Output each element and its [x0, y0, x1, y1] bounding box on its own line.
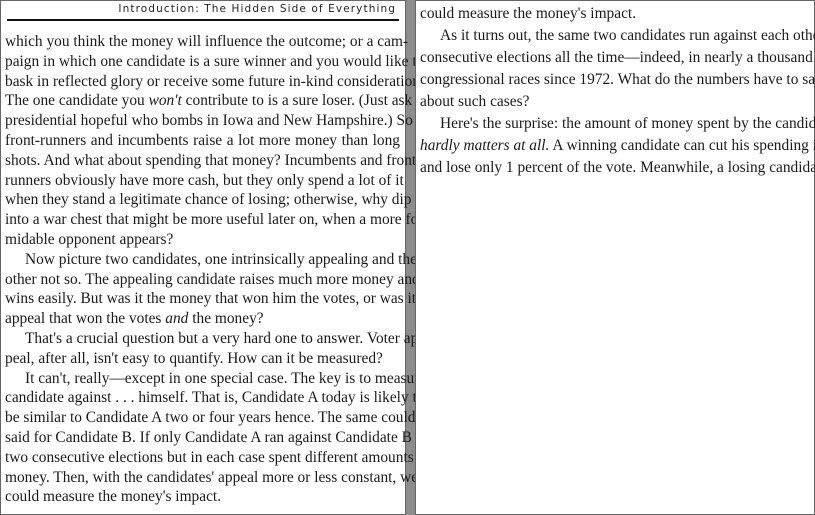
text-segment: peal, after all, isn't easy to quantify.… — [5, 349, 383, 367]
text-segment: into a war chest that might be more usef… — [5, 211, 429, 229]
text-line: bask in reflected glory or receive some … — [5, 72, 424, 92]
left-page-text: which you think the money will influence… — [5, 32, 438, 507]
text-segment: appeal that won the votes — [5, 310, 166, 328]
text-segment: candidate against . . . himself. That is… — [5, 389, 425, 407]
text-segment: bask in reflected glory or receive some … — [5, 72, 424, 90]
two-page-spread: Introduction: The Hidden Side of Everyth… — [0, 0, 815, 515]
running-header: Introduction: The Hidden Side of Everyth… — [7, 1, 399, 21]
text-line: Now picture two candidates, one intrinsi… — [5, 250, 417, 270]
text-line: when they stand a legitimate chance of l… — [5, 190, 411, 210]
text-segment: be similar to Candidate A two or four ye… — [5, 409, 434, 427]
text-segment: could measure the money's impact. — [420, 5, 637, 22]
text-segment: runners obviously have more cash, but th… — [5, 171, 404, 189]
text-segment: other not so. The appealing candidate ra… — [5, 270, 420, 288]
text-segment: and lose only 1 percent of the vote. Mea… — [420, 159, 815, 176]
text-line: Here's the surprise: the amount of money… — [420, 113, 815, 135]
text-line: could measure the money's impact. — [420, 3, 811, 25]
text-segment: midable opponent appears? — [5, 230, 174, 248]
text-segment: could measure the money's impact. — [5, 488, 222, 506]
text-segment: which you think the money will influence… — [5, 33, 409, 50]
text-line: and lose only 1 percent of the vote. Mea… — [420, 157, 815, 179]
text-segment: wins easily. But was it the money that w… — [5, 290, 438, 308]
text-line: could measure the money's impact. — [5, 487, 400, 507]
text-segment: shots. And what about spending that mone… — [5, 151, 422, 169]
text-segment: As it turns out, the same two candidates… — [440, 27, 815, 44]
text-line: paign in which one candidate is a sure w… — [5, 52, 424, 72]
text-line: be similar to Candidate A two or four ye… — [5, 408, 434, 428]
text-line: appeal that won the votes and the money? — [5, 309, 400, 329]
italic-text: hardly matters at all. — [420, 137, 550, 154]
italic-text: and — [165, 310, 189, 328]
text-line: front-runners and incumbents raise a lot… — [5, 131, 400, 151]
text-line: presidential hopeful who bombs in Iowa a… — [5, 111, 413, 131]
text-segment: consecutive elections all the time—indee… — [420, 49, 815, 66]
text-segment: the money? — [188, 310, 264, 328]
text-line: As it turns out, the same two candidates… — [420, 25, 815, 47]
text-segment: presidential hopeful who bombs in Iowa a… — [5, 112, 413, 130]
left-page: Introduction: The Hidden Side of Everyth… — [0, 0, 438, 515]
text-segment: paign in which one candidate is a sure w… — [5, 52, 425, 70]
text-line: two consecutive elections but in each ca… — [5, 448, 430, 468]
text-line: The one candidate you won't contribute t… — [5, 91, 438, 111]
text-line: peal, after all, isn't easy to quantify.… — [5, 349, 400, 369]
text-segment: contribute to is a sure loser. (Just ask… — [181, 92, 439, 110]
text-line: midable opponent appears? — [5, 230, 400, 250]
text-line: congressional races since 1972. What do … — [420, 69, 815, 91]
right-page-text: could measure the money's impact. As it t… — [420, 3, 815, 179]
text-line: hardly matters at all. A winning candida… — [420, 135, 815, 157]
text-line: runners obviously have more cash, but th… — [5, 171, 404, 191]
text-line: shots. And what about spending that mone… — [5, 151, 421, 171]
text-line: which you think the money will influence… — [5, 32, 408, 52]
right-page: could measure the money's impact. As it t… — [415, 0, 815, 515]
text-segment: congressional races since 1972. What do … — [420, 71, 815, 88]
text-segment: when they stand a legitimate chance of l… — [5, 191, 412, 209]
text-segment: It can't, really—except in one special c… — [25, 369, 437, 387]
text-segment: money. Then, with the candidates' appeal… — [5, 468, 419, 486]
text-line: It can't, really—except in one special c… — [5, 369, 437, 389]
text-line: candidate against . . . himself. That is… — [5, 388, 424, 408]
text-line: other not so. The appealing candidate ra… — [5, 270, 420, 290]
text-line: about such cases? — [420, 91, 811, 113]
text-line: into a war chest that might be more usef… — [5, 210, 428, 230]
text-line: said for Candidate B. If only Candidate … — [5, 428, 428, 448]
text-line: wins easily. But was it the money that w… — [5, 289, 438, 309]
text-segment: two consecutive elections but in each ca… — [5, 448, 431, 466]
text-segment: front-runners and incumbents raise a lot… — [5, 131, 400, 149]
text-segment: Here's the surprise: the amount of money… — [440, 115, 815, 132]
text-segment: about such cases? — [420, 93, 530, 110]
text-line: That's a crucial question but a very har… — [5, 329, 423, 349]
text-segment: Now picture two candidates, one intrinsi… — [25, 250, 417, 268]
text-line: consecutive elections all the time—indee… — [420, 47, 815, 69]
text-line: money. Then, with the candidates' appeal… — [5, 468, 418, 488]
text-segment: said for Candidate B. If only Candidate … — [5, 428, 428, 446]
text-segment: The one candidate you — [5, 92, 149, 110]
italic-text: won't — [148, 92, 182, 110]
text-segment: A winning candidate can cut his spending… — [552, 137, 815, 154]
text-segment: That's a crucial question but a very har… — [25, 329, 424, 347]
